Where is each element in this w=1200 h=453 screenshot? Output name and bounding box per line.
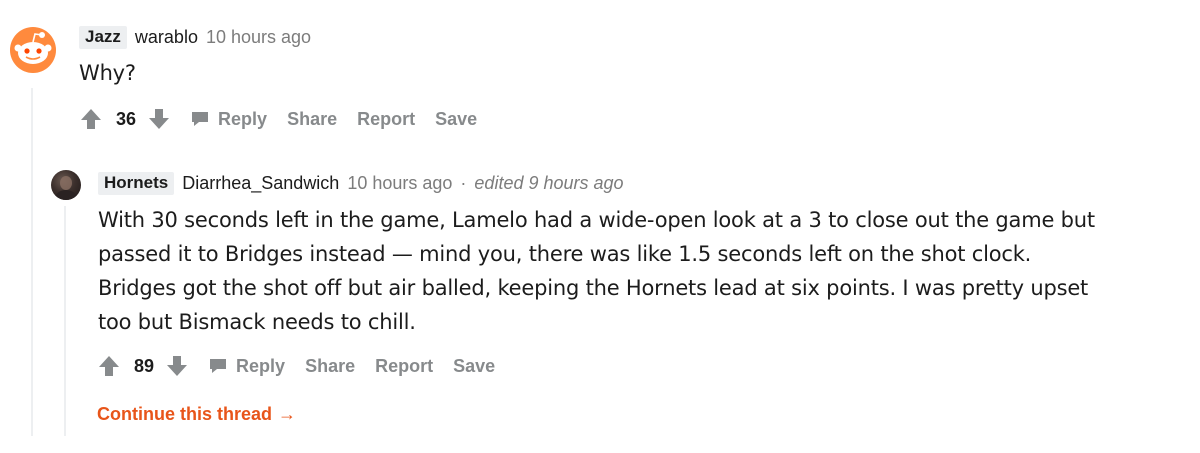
comment-1-actions: 36 Reply Share Report Save bbox=[80, 108, 497, 130]
continue-thread-label: Continue this thread bbox=[97, 404, 272, 424]
save-button[interactable]: Save bbox=[435, 109, 477, 130]
vote-count: 36 bbox=[116, 108, 137, 129]
reply-button[interactable]: Reply bbox=[208, 356, 285, 377]
comment-1-body: Why? bbox=[79, 61, 136, 85]
reply-label: Reply bbox=[236, 355, 286, 376]
vote-count: 89 bbox=[134, 355, 155, 376]
share-button[interactable]: Share bbox=[287, 109, 337, 130]
thread-line-outer[interactable] bbox=[31, 88, 33, 436]
snoo-avatar-icon[interactable] bbox=[9, 26, 57, 74]
continue-thread-link[interactable]: Continue this thread → bbox=[97, 404, 296, 425]
report-button[interactable]: Report bbox=[357, 109, 415, 130]
upvote-arrow-icon[interactable] bbox=[80, 108, 102, 130]
comment-2-actions: 89 Reply Share Report Save bbox=[98, 355, 515, 377]
comment-body-line: too but Bismack needs to chill. bbox=[98, 310, 416, 334]
user-avatar[interactable] bbox=[51, 170, 81, 200]
comment-bubble-icon bbox=[192, 112, 209, 126]
comment-1-header: Jazz warablo 10 hours ago bbox=[79, 26, 311, 49]
comment-2-body: With 30 seconds left in the game, Lamelo… bbox=[98, 203, 1178, 339]
comment-timestamp[interactable]: 10 hours ago bbox=[347, 173, 452, 194]
user-flair[interactable]: Jazz bbox=[79, 26, 127, 49]
edited-label: edited 9 hours ago bbox=[474, 173, 624, 193]
arrow-right-icon: → bbox=[278, 404, 296, 424]
comment-body-line: With 30 seconds left in the game, Lamelo… bbox=[98, 208, 1095, 232]
user-flair[interactable]: Hornets bbox=[98, 172, 175, 195]
save-button[interactable]: Save bbox=[453, 356, 495, 377]
report-button[interactable]: Report bbox=[375, 356, 433, 377]
upvote-arrow-icon[interactable] bbox=[98, 355, 120, 377]
comment-timestamp[interactable]: 10 hours ago bbox=[206, 27, 311, 48]
thread-line-inner[interactable] bbox=[64, 206, 66, 436]
downvote-arrow-icon[interactable] bbox=[148, 108, 170, 130]
reply-button[interactable]: Reply bbox=[190, 109, 267, 130]
username-link[interactable]: warablo bbox=[135, 27, 198, 48]
downvote-arrow-icon[interactable] bbox=[166, 355, 188, 377]
comment-body-line: Bridges got the shot off but air balled,… bbox=[98, 276, 1089, 300]
comment-2-header: Hornets Diarrhea_Sandwich 10 hours ago ·… bbox=[98, 172, 624, 195]
comment-bubble-icon bbox=[210, 359, 227, 373]
reply-label: Reply bbox=[218, 108, 268, 129]
username-link[interactable]: Diarrhea_Sandwich bbox=[182, 173, 339, 194]
comment-body-line: passed it to Bridges instead — mind you,… bbox=[98, 242, 1032, 266]
share-button[interactable]: Share bbox=[305, 356, 355, 377]
meta-separator: · bbox=[460, 173, 467, 193]
